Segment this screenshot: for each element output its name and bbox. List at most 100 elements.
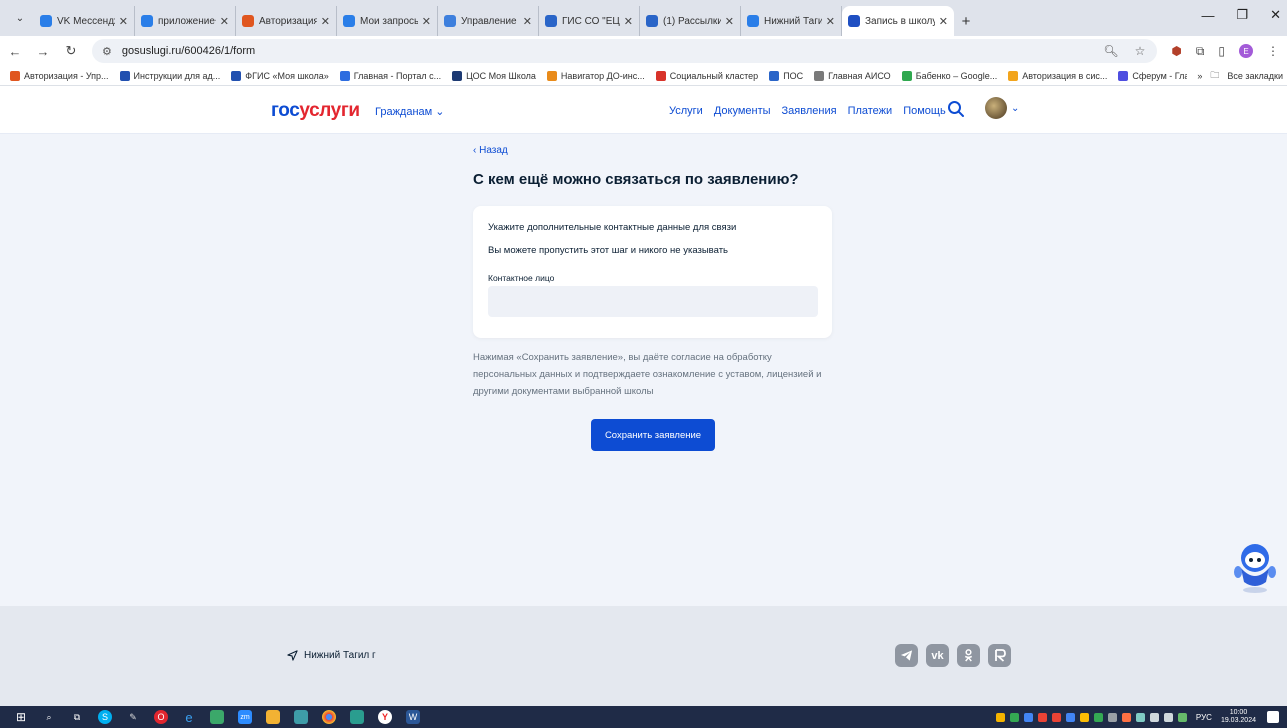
assistant-robot-icon[interactable] bbox=[1233, 538, 1277, 596]
bookmarks-more-button[interactable]: » bbox=[1197, 71, 1202, 81]
nav-help[interactable]: Помощь bbox=[903, 105, 946, 117]
task-view-icon[interactable]: ⧉ bbox=[70, 710, 84, 724]
opera-icon[interactable]: O bbox=[154, 710, 168, 724]
avatar-chevron-down-icon[interactable]: ⌄ bbox=[1011, 103, 1019, 114]
contact-person-input[interactable] bbox=[488, 286, 818, 317]
bookmark-item[interactable]: Главная - Портал с... bbox=[339, 70, 441, 81]
puzzle-icon[interactable]: ⧉ bbox=[1196, 44, 1205, 59]
tab-close-icon[interactable]: ✕ bbox=[939, 15, 948, 28]
profile-avatar-icon[interactable]: Е bbox=[1239, 44, 1253, 58]
app-icon-green[interactable] bbox=[294, 710, 308, 724]
nav-applications[interactable]: Заявления bbox=[782, 105, 837, 117]
tray-icon-2[interactable] bbox=[1009, 712, 1019, 722]
tray-icon-9[interactable] bbox=[1107, 712, 1117, 722]
bookmark-item[interactable]: Главная АИСО bbox=[814, 70, 891, 81]
tab-close-icon[interactable]: ✕ bbox=[119, 15, 128, 28]
skype-icon[interactable]: S bbox=[98, 710, 112, 724]
system-clock[interactable]: 10:00 19.03.2024 bbox=[1221, 709, 1256, 725]
tab-close-icon[interactable]: ✕ bbox=[220, 15, 229, 28]
back-arrow-icon[interactable]: ← bbox=[8, 44, 22, 59]
word-icon[interactable]: W bbox=[406, 710, 420, 724]
vk-icon[interactable]: vk bbox=[926, 644, 949, 667]
audience-dropdown[interactable]: Гражданам ⌄ bbox=[375, 105, 445, 118]
tab-close-icon[interactable]: ✕ bbox=[725, 15, 734, 28]
bookmark-item[interactable]: Социальный кластер bbox=[655, 70, 758, 81]
volume-icon[interactable] bbox=[1163, 712, 1173, 722]
zoom-icon[interactable]: 🔍︎ bbox=[1103, 44, 1118, 58]
tray-icon-12[interactable] bbox=[1177, 712, 1187, 722]
tray-icon-1[interactable] bbox=[995, 712, 1005, 722]
bookmark-item[interactable]: Авторизация в сис... bbox=[1008, 70, 1107, 81]
bookmark-item[interactable]: Инструкции для ад... bbox=[119, 70, 220, 81]
forward-arrow-icon[interactable]: → bbox=[36, 44, 50, 59]
rutube-icon[interactable] bbox=[988, 644, 1011, 667]
tab-close-icon[interactable]: ✕ bbox=[422, 15, 431, 28]
minimize-icon[interactable]: — bbox=[1201, 8, 1214, 23]
telegram-icon[interactable] bbox=[895, 644, 918, 667]
gosuslugi-logo[interactable]: госуслуги bbox=[271, 100, 360, 122]
browser-tab[interactable]: Нижний Тагил ✕ bbox=[741, 6, 842, 36]
browser-menu-icon[interactable]: ⋮ bbox=[1267, 44, 1279, 58]
new-tab-button[interactable]: + bbox=[954, 6, 978, 36]
bookmark-label: Главная АИСО bbox=[828, 70, 891, 81]
browser-tab[interactable]: ГИС СО "ЕЦП" ✕ bbox=[539, 6, 640, 36]
tab-close-icon[interactable]: ✕ bbox=[624, 15, 633, 28]
network-icon[interactable] bbox=[1149, 712, 1159, 722]
site-settings-icon[interactable]: ⚙ bbox=[102, 45, 112, 58]
save-application-button[interactable]: Сохранить заявление bbox=[591, 419, 715, 451]
reload-icon[interactable]: ↻ bbox=[64, 43, 78, 59]
tray-icon-5[interactable] bbox=[1051, 712, 1061, 722]
bookmark-item[interactable]: Навигатор ДО-инс... bbox=[546, 70, 645, 81]
nav-services[interactable]: Услуги bbox=[669, 105, 703, 117]
chrome-icon[interactable] bbox=[322, 710, 336, 724]
folder-app-icon[interactable] bbox=[266, 710, 280, 724]
notifications-icon[interactable] bbox=[1267, 711, 1279, 723]
bookmark-star-icon[interactable]: ☆ bbox=[1135, 44, 1146, 58]
extension-icon[interactable]: ⬢ bbox=[1171, 44, 1181, 58]
browser-tab[interactable]: Запись в школу | По ✕ bbox=[842, 6, 954, 36]
browser-tab[interactable]: Авторизация польз ✕ bbox=[236, 6, 337, 36]
browser-tab[interactable]: Управление Образо ✕ bbox=[438, 6, 539, 36]
close-window-icon[interactable]: ✕ bbox=[1270, 7, 1281, 23]
paint-icon[interactable]: ✎ bbox=[126, 710, 140, 724]
browser-tab[interactable]: (1) Рассылки - Почт ✕ bbox=[640, 6, 741, 36]
all-bookmarks-link[interactable]: Все закладки bbox=[1227, 71, 1283, 81]
search-icon[interactable] bbox=[946, 99, 966, 119]
tray-icon-11[interactable] bbox=[1135, 712, 1145, 722]
odnoklassniki-icon[interactable] bbox=[957, 644, 980, 667]
tab-close-icon[interactable]: ✕ bbox=[523, 15, 532, 28]
tab-close-icon[interactable]: ✕ bbox=[321, 15, 330, 28]
tray-icon-10[interactable] bbox=[1121, 712, 1131, 722]
bookmark-item[interactable]: Бабенко – Google... bbox=[901, 70, 997, 81]
bookmark-item[interactable]: ЦОС Моя Школа bbox=[452, 70, 536, 81]
bookmark-item[interactable]: ПОС bbox=[769, 70, 803, 81]
browser-tab[interactable]: приложение+МОУС ✕ bbox=[135, 6, 236, 36]
windows-start-icon[interactable]: ⊞ bbox=[14, 710, 28, 724]
bookmark-item[interactable]: ФГИС «Моя школа» bbox=[231, 70, 329, 81]
yandex-browser-icon[interactable]: Y bbox=[378, 710, 392, 724]
tab-close-icon[interactable]: ✕ bbox=[826, 15, 835, 28]
tray-icon-8[interactable] bbox=[1093, 712, 1103, 722]
address-bar[interactable]: ⚙ gosuslugi.ru/600426/1/form 🔍︎ ☆ bbox=[92, 39, 1158, 63]
input-language[interactable]: РУС bbox=[1196, 713, 1212, 722]
photos-icon[interactable] bbox=[210, 710, 224, 724]
browser-tab[interactable]: VK Мессенджер ✕ bbox=[34, 6, 135, 36]
browser-tab[interactable]: Мои запросы - ТП Г ✕ bbox=[337, 6, 438, 36]
back-link[interactable]: ‹ Назад bbox=[473, 145, 508, 156]
nav-documents[interactable]: Документы bbox=[714, 105, 771, 117]
zoom-app-icon[interactable]: zm bbox=[238, 710, 252, 724]
tray-icon-3[interactable] bbox=[1023, 712, 1033, 722]
user-avatar[interactable] bbox=[985, 97, 1007, 119]
internet-explorer-icon[interactable]: e bbox=[182, 710, 196, 725]
tray-icon-7[interactable] bbox=[1079, 712, 1089, 722]
app-icon-teal[interactable] bbox=[350, 710, 364, 724]
nav-payments[interactable]: Платежи bbox=[848, 105, 893, 117]
tab-search-chevron-icon[interactable]: ⌄ bbox=[6, 0, 34, 36]
bookmark-item[interactable]: Авторизация - Упр... bbox=[10, 70, 109, 81]
city-selector[interactable]: Нижний Тагил г bbox=[287, 650, 376, 661]
tray-icon-4[interactable] bbox=[1037, 712, 1047, 722]
taskbar-search-icon[interactable]: ⌕ bbox=[42, 710, 56, 724]
tray-icon-6[interactable] bbox=[1065, 712, 1075, 722]
sidepanel-icon[interactable]: ▯ bbox=[1218, 44, 1225, 58]
restore-icon[interactable]: ❐ bbox=[1236, 7, 1248, 23]
